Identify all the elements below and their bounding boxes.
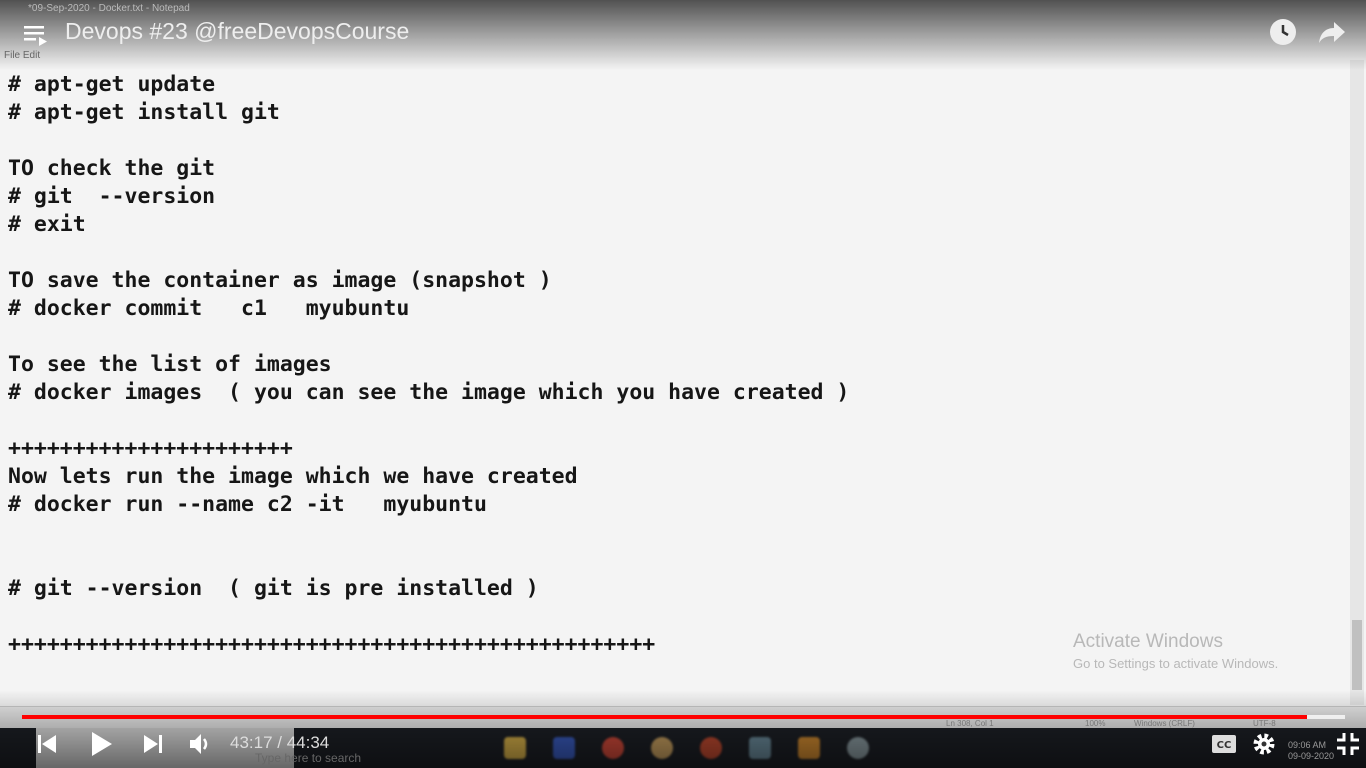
play-icon[interactable]	[90, 731, 114, 757]
status-line-ending: Windows (CRLF)	[1134, 719, 1195, 728]
editor-line: # docker images ( you can see the image …	[8, 380, 850, 405]
taskbar-search-placeholder: Type here to search	[255, 751, 362, 765]
notepad-title: *09-Sep-2020 - Docker.txt - Notepad	[28, 3, 190, 14]
editor-line: # apt-get install git	[8, 100, 280, 125]
editor-line: TO check the git	[8, 156, 216, 181]
clock-time: 09:06 AM	[1288, 740, 1327, 750]
clock-date: 09-09-2020	[1288, 751, 1335, 761]
notepad-menu: File Edit	[4, 50, 41, 61]
share-icon[interactable]	[1318, 20, 1346, 44]
time-separator: /	[272, 733, 287, 752]
settings-gear-icon[interactable]	[1252, 732, 1276, 756]
progress-played	[22, 715, 1307, 719]
editor-line: # git --version	[8, 184, 216, 209]
volume-icon[interactable]	[189, 733, 213, 755]
status-zoom: 100%	[1085, 719, 1106, 728]
activate-windows-watermark: Activate Windows Go to Settings to activ…	[1073, 631, 1278, 671]
svg-text:CC: CC	[1217, 740, 1232, 751]
editor-line: ++++++++++++++++++++++++++++++++++++++++…	[8, 632, 656, 657]
captions-icon[interactable]: CC	[1212, 735, 1236, 753]
taskbar-clock: 09:06 AM 09-09-2020	[1288, 740, 1334, 762]
current-time: 43:17	[230, 733, 273, 752]
editor-line: To see the list of images	[8, 352, 332, 377]
watermark-line1: Activate Windows	[1073, 631, 1223, 652]
status-position: Ln 308, Col 1	[946, 719, 994, 728]
notepad-scrollbar	[1350, 60, 1364, 705]
duration: 44:34	[286, 733, 330, 752]
watermark-line2: Go to Settings to activate Windows.	[1073, 656, 1279, 671]
notepad-scroll-thumb	[1352, 620, 1362, 690]
video-title[interactable]: Devops #23 @freeDevopsCourse	[65, 18, 409, 45]
editor-line: # git --version ( git is pre installed )	[8, 576, 539, 601]
next-icon[interactable]	[143, 734, 163, 754]
video-frame[interactable]: # apt-get update # apt-get install git TO …	[0, 0, 1366, 768]
previous-icon[interactable]	[37, 734, 57, 754]
notepad-editor: # apt-get update # apt-get install git TO …	[8, 71, 849, 659]
time-display: 43:17 / 44:34	[230, 733, 329, 753]
editor-line: # docker commit c1 myubuntu	[8, 296, 410, 321]
editor-line: ++++++++++++++++++++++	[8, 436, 293, 461]
bottom-gradient	[0, 690, 1366, 768]
editor-line: # docker run --name c2 -it myubuntu	[8, 492, 487, 517]
watch-later-icon[interactable]	[1269, 18, 1297, 46]
editor-line: # apt-get update	[8, 72, 216, 97]
editor-line: Now lets run the image which we have cre…	[8, 464, 578, 489]
editor-line: TO save the container as image (snapshot…	[8, 268, 552, 293]
exit-fullscreen-icon[interactable]	[1336, 732, 1360, 756]
editor-line: # exit	[8, 212, 86, 237]
status-encoding: UTF-8	[1253, 719, 1276, 728]
playlist-icon[interactable]	[24, 22, 48, 46]
